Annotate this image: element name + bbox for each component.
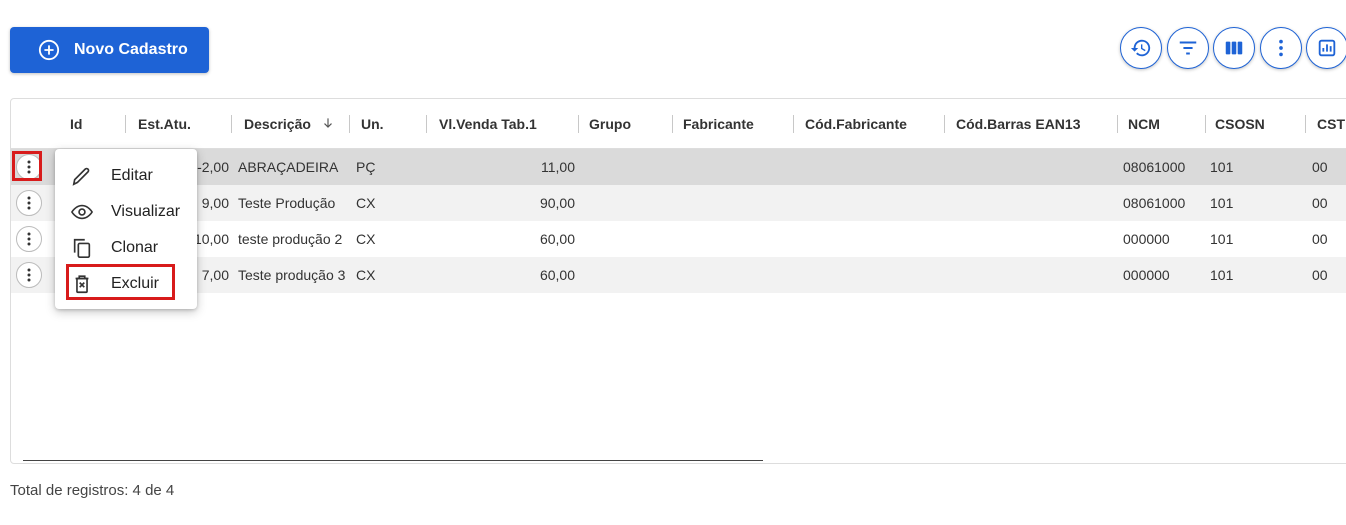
column-separator[interactable] <box>125 115 126 133</box>
menu-item-clone[interactable]: Clonar <box>55 229 197 265</box>
more-vert-icon <box>27 268 31 282</box>
column-separator[interactable] <box>672 115 673 133</box>
column-header-barcode[interactable]: Cód.Barras EAN13 <box>956 99 1081 149</box>
cell-ncm: 08061000 <box>1123 195 1186 211</box>
column-header-price[interactable]: Vl.Venda Tab.1 <box>439 99 537 149</box>
column-header-unit[interactable]: Un. <box>361 99 384 149</box>
column-header-cst[interactable]: CST <box>1317 99 1345 149</box>
more-vert-icon <box>27 232 31 246</box>
highlight-box <box>12 151 42 181</box>
table-row[interactable]: 10,00 teste produção 2 CX 60,00 000000 1… <box>11 221 1346 257</box>
more-options-button[interactable] <box>1260 27 1302 69</box>
cell-ncm: 08061000 <box>1123 159 1186 175</box>
cell-cst: 00 <box>1312 195 1328 211</box>
cell-description: teste produção 2 <box>238 231 343 247</box>
grid-header: Id Est.Atu. Descrição Un. Vl.Venda Tab.1… <box>11 99 1346 149</box>
column-header-description[interactable]: Descrição <box>244 99 311 149</box>
column-separator[interactable] <box>426 115 427 133</box>
menu-item-edit[interactable]: Editar <box>55 157 197 193</box>
column-header-ncm[interactable]: NCM <box>1128 99 1160 149</box>
cell-unit: CX <box>356 195 376 211</box>
cell-csosn: 101 <box>1210 159 1234 175</box>
column-header-csosn[interactable]: CSOSN <box>1215 99 1265 149</box>
cell-csosn: 101 <box>1210 267 1234 283</box>
history-icon <box>1130 39 1151 57</box>
columns-button[interactable] <box>1213 27 1255 69</box>
cell-unit: PÇ <box>356 159 376 175</box>
history-button[interactable] <box>1120 27 1162 69</box>
eye-icon <box>71 204 93 220</box>
edit-pencil-icon <box>72 167 90 186</box>
cell-cst: 00 <box>1312 159 1328 175</box>
more-vert-icon <box>27 196 31 210</box>
column-header-manufacturer[interactable]: Fabricante <box>683 99 754 149</box>
cell-cst: 00 <box>1312 231 1328 247</box>
total-records-text: Total de registros: 4 de 4 <box>10 482 175 499</box>
report-chart-icon <box>1318 39 1336 57</box>
add-circle-icon <box>38 39 60 61</box>
table-row[interactable]: 7,00 Teste produção 3 CX 60,00 000000 10… <box>11 257 1346 293</box>
cell-description: Teste produção 3 <box>238 267 346 283</box>
sort-arrow-down-icon[interactable] <box>321 116 335 130</box>
column-separator[interactable] <box>1305 115 1306 133</box>
copy-icon <box>73 238 91 258</box>
column-header-manufacturer-code[interactable]: Cód.Fabricante <box>805 99 907 149</box>
column-header-id[interactable]: Id <box>70 99 82 149</box>
new-record-button[interactable]: Novo Cadastro <box>10 27 209 73</box>
menu-item-view[interactable]: Visualizar <box>55 193 197 229</box>
cell-description: Teste Produção <box>238 195 336 211</box>
more-vert-icon <box>1279 39 1283 57</box>
table-row[interactable]: -2,00 ABRAÇADEIRA PÇ 11,00 08061000 101 … <box>11 149 1346 185</box>
table-row[interactable]: 9,00 Teste Produção CX 90,00 08061000 10… <box>11 185 1346 221</box>
cell-unit: CX <box>356 231 376 247</box>
cell-ncm: 000000 <box>1123 231 1170 247</box>
cell-unit: CX <box>356 267 376 283</box>
filter-icon <box>1179 41 1197 55</box>
column-header-stock[interactable]: Est.Atu. <box>138 99 191 149</box>
cell-ncm: 000000 <box>1123 267 1170 283</box>
column-separator[interactable] <box>1205 115 1206 133</box>
row-actions-button[interactable] <box>16 262 42 288</box>
column-separator[interactable] <box>793 115 794 133</box>
horizontal-scrollbar[interactable] <box>23 460 763 461</box>
column-separator[interactable] <box>231 115 232 133</box>
filter-button[interactable] <box>1167 27 1209 69</box>
cell-csosn: 101 <box>1210 195 1234 211</box>
row-actions-button[interactable] <box>16 226 42 252</box>
column-header-group[interactable]: Grupo <box>589 99 631 149</box>
menu-item-label: Clonar <box>111 239 159 256</box>
column-separator[interactable] <box>578 115 579 133</box>
cell-csosn: 101 <box>1210 231 1234 247</box>
cell-cst: 00 <box>1312 267 1328 283</box>
data-grid: Id Est.Atu. Descrição Un. Vl.Venda Tab.1… <box>10 98 1346 464</box>
row-actions-button[interactable] <box>16 190 42 216</box>
column-separator[interactable] <box>1117 115 1118 133</box>
column-separator[interactable] <box>349 115 350 133</box>
columns-icon <box>1225 41 1243 55</box>
menu-item-label: Editar <box>111 167 153 184</box>
cell-price: 60,00 <box>539 231 575 247</box>
cell-price: 11,00 <box>541 159 575 175</box>
row-context-menu: Editar Visualizar Clonar Excluir <box>55 149 197 309</box>
cell-description: ABRAÇADEIRA <box>238 159 339 175</box>
column-separator[interactable] <box>944 115 945 133</box>
cell-price: 60,00 <box>539 267 575 283</box>
report-button[interactable] <box>1306 27 1346 69</box>
highlight-box <box>66 264 175 300</box>
new-record-label: Novo Cadastro <box>74 41 188 58</box>
cell-price: 90,00 <box>539 195 575 211</box>
menu-item-label: Visualizar <box>111 203 181 220</box>
